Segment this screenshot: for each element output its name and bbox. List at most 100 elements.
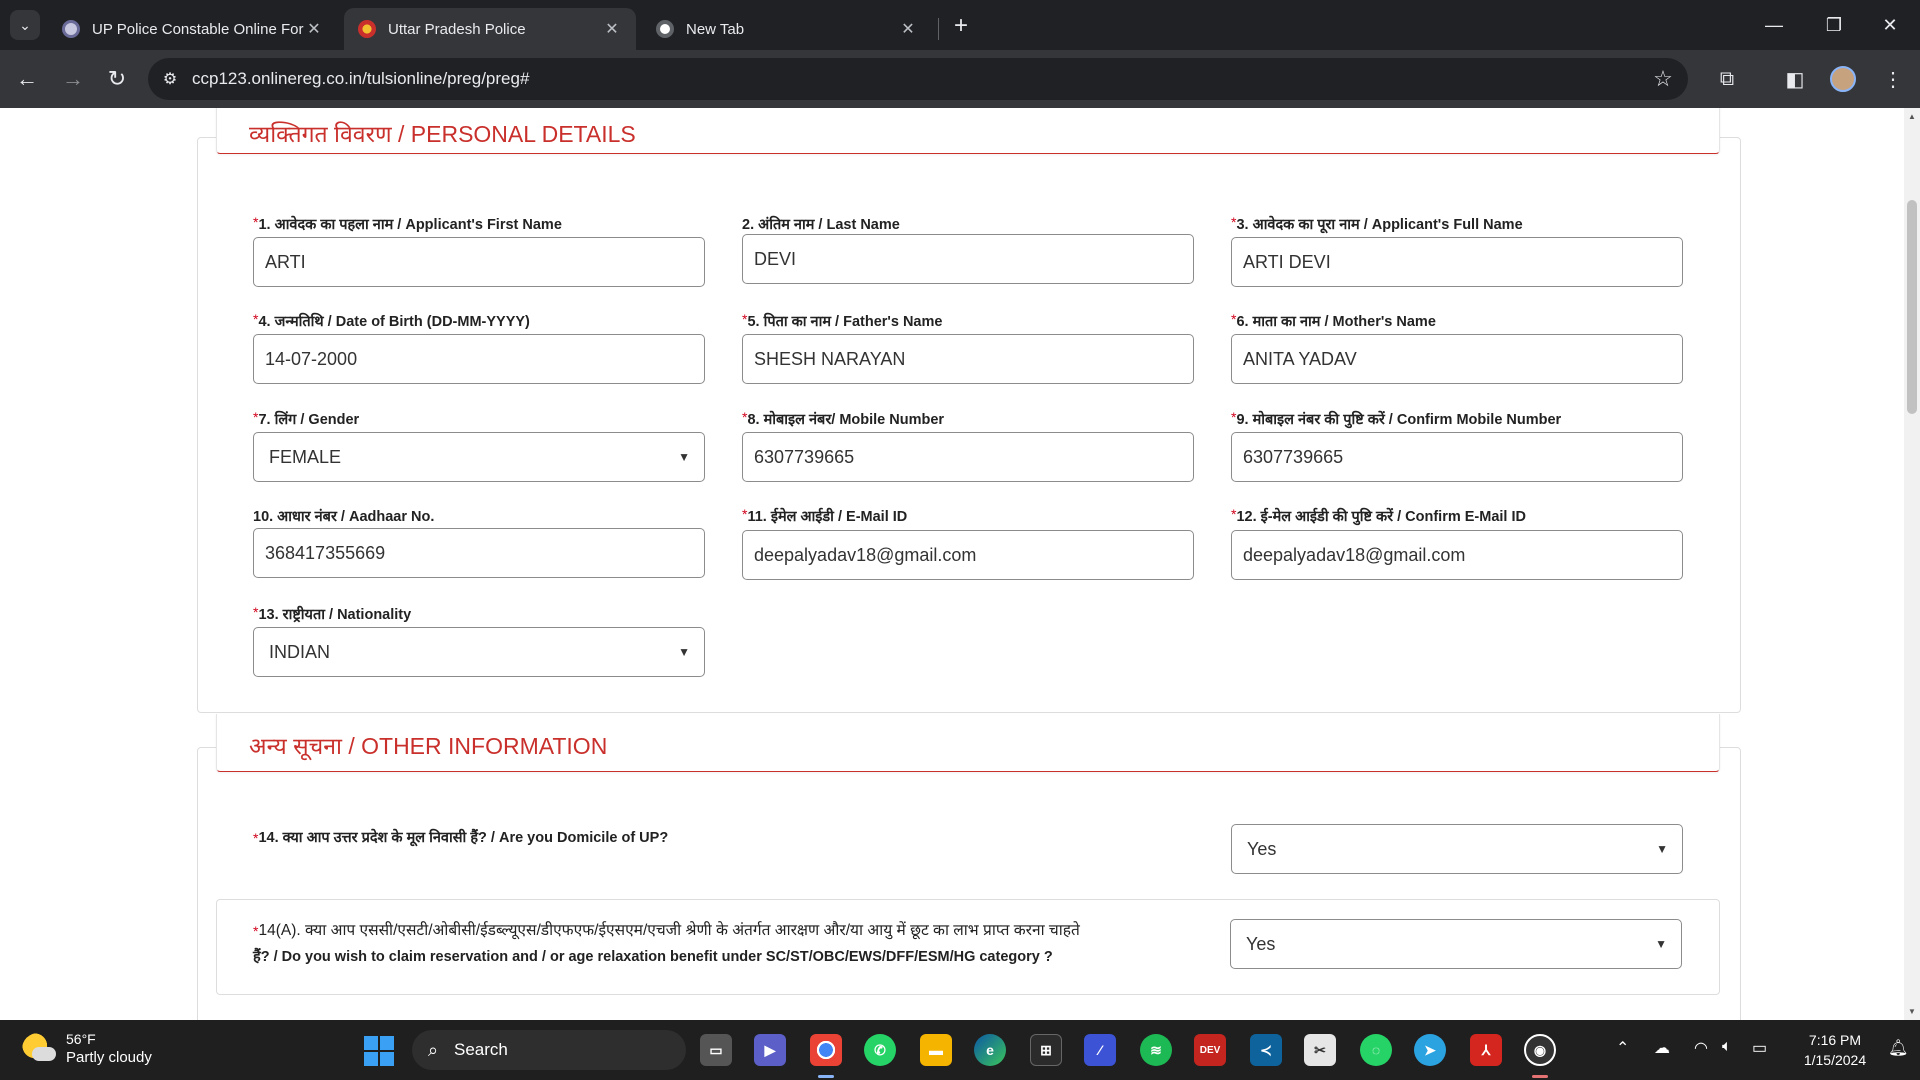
father-name-label: *5. पिता का नाम / Father's Name (742, 311, 1194, 331)
nationality-select[interactable]: INDIAN ▼ (253, 627, 705, 677)
minimize-icon[interactable]: — (1746, 0, 1802, 50)
email-group: *11. ईमेल आईडी / E-Mail ID (742, 506, 1194, 580)
label-text: 13. राष्ट्रीयता / Nationality (258, 607, 412, 623)
telegram-icon[interactable]: ➤ (1414, 1034, 1446, 1066)
edge-icon[interactable]: e (974, 1034, 1006, 1066)
chrome-icon[interactable] (810, 1034, 842, 1066)
devcpp-icon[interactable]: DEV (1194, 1034, 1226, 1066)
mother-name-input[interactable] (1231, 334, 1683, 384)
reservation-question-label: *14(A). क्या आप एससी/एसटी/ओबीसी/ईडब्ल्यू… (253, 918, 1193, 970)
side-panel-icon[interactable]: ◧ (1780, 64, 1810, 94)
close-window-icon[interactable]: ✕ (1862, 0, 1918, 50)
taskbar-search[interactable]: ⌕ Search (412, 1030, 686, 1070)
chrome-favicon-icon (656, 20, 674, 38)
more-menu-icon[interactable]: ⋮ (1878, 64, 1908, 94)
tab-new-tab[interactable]: New Tab ✕ (642, 8, 932, 50)
back-arrow-icon[interactable]: ← (10, 62, 44, 96)
mother-name-group: *6. माता का नाम / Mother's Name (1231, 311, 1683, 384)
gender-select[interactable]: FEMALE ▼ (253, 432, 705, 482)
partly-cloudy-icon (22, 1033, 56, 1065)
spotify-icon[interactable]: ≋ (1140, 1034, 1172, 1066)
active-app-indicator (818, 1075, 834, 1078)
network-alert-icon[interactable]: ☁ (1654, 1038, 1670, 1058)
tab-search-dropdown-icon[interactable]: ⌄ (10, 10, 40, 40)
notification-bell-icon[interactable]: 🔔︎ (1888, 1038, 1908, 1058)
bookmark-star-icon[interactable]: ☆ (1638, 66, 1688, 92)
battery-icon[interactable]: ▭ (1752, 1038, 1767, 1058)
section-heading: व्यक्तिगत विवरण / PERSONAL DETAILS (249, 121, 636, 147)
url-text[interactable]: ccp123.onlinereg.co.in/tulsionline/preg/… (192, 69, 1638, 89)
extensions-puzzle-icon[interactable]: ⧉ (1712, 64, 1742, 94)
email-input[interactable] (742, 530, 1194, 580)
first-name-input[interactable] (253, 237, 705, 287)
mobile-input[interactable] (742, 432, 1194, 482)
weather-temp: 56°F (66, 1031, 96, 1047)
father-name-input[interactable] (742, 334, 1194, 384)
site-info-icon[interactable]: ⚙ (148, 69, 192, 89)
scrollbar-thumb[interactable] (1907, 200, 1917, 414)
gender-label: *7. लिंग / Gender (253, 409, 705, 429)
microsoft-store-icon[interactable]: ⊞ (1030, 1034, 1062, 1066)
obs-recorder-icon[interactable]: ◉ (1524, 1034, 1556, 1066)
mother-name-label: *6. माता का नाम / Mother's Name (1231, 311, 1683, 331)
scroll-up-arrow-icon[interactable]: ▲ (1904, 112, 1920, 121)
gender-group: *7. लिंग / Gender FEMALE ▼ (253, 409, 705, 482)
full-name-input[interactable] (1231, 237, 1683, 287)
first-name-group: *1. आवेदक का पहला नाम / Applicant's Firs… (253, 214, 705, 287)
site-favicon-icon (62, 20, 80, 38)
dob-label: *4. जन्मतिथि / Date of Birth (DD-MM-YYYY… (253, 311, 705, 331)
scroll-down-arrow-icon[interactable]: ▼ (1904, 1007, 1920, 1016)
label-text: 4. जन्मतिथि / Date of Birth (DD-MM-YYYY) (258, 314, 530, 330)
close-tab-icon[interactable]: ✕ (602, 19, 622, 39)
label-text: 7. लिंग / Gender (258, 412, 360, 428)
tab-strip: ⌄ UP Police Constable Online For ✕ Uttar… (0, 0, 1920, 50)
aadhaar-input[interactable] (253, 528, 705, 578)
teams-chat-icon[interactable]: ▶ (754, 1034, 786, 1066)
label-text-line1: 14(A). क्या आप एससी/एसटी/ओबीसी/ईडब्ल्यूए… (258, 922, 1080, 939)
forward-arrow-icon[interactable]: → (56, 62, 90, 96)
restore-icon[interactable]: ❐ (1806, 0, 1862, 50)
new-tab-plus-icon[interactable]: + (945, 10, 977, 42)
dob-input[interactable] (253, 334, 705, 384)
mobile-group: *8. मोबाइल नंबर/ Mobile Number (742, 409, 1194, 482)
windows-start-icon[interactable] (364, 1036, 394, 1066)
acrobat-icon[interactable]: ⅄ (1470, 1034, 1502, 1066)
tab-title: Uttar Pradesh Police (388, 20, 526, 38)
last-name-input[interactable] (742, 234, 1194, 284)
tray-overflow-chevron-icon[interactable]: ⌃ (1616, 1038, 1629, 1058)
confirm-mobile-group: *9. मोबाइल नंबर की पुष्टि करें / Confirm… (1231, 409, 1683, 482)
confirm-email-input[interactable] (1231, 530, 1683, 580)
close-tab-icon[interactable]: ✕ (898, 19, 918, 39)
gender-selected-value: FEMALE (269, 446, 342, 467)
vscode-icon[interactable]: ≺ (1250, 1034, 1282, 1066)
taskbar-clock[interactable]: 7:16 PM 1/15/2024 (1790, 1030, 1880, 1070)
sketch-app-icon[interactable]: ⁄ (1084, 1034, 1116, 1066)
wifi-icon[interactable]: ◠ (1694, 1038, 1708, 1058)
confirm-mobile-input[interactable] (1231, 432, 1683, 482)
nationality-group: *13. राष्ट्रीयता / Nationality INDIAN ▼ (253, 604, 705, 677)
reservation-select[interactable]: Yes ▼ (1230, 919, 1682, 969)
chevron-down-icon: ▼ (678, 450, 690, 464)
full-name-label: *3. आवेदक का पूरा नाम / Applicant's Full… (1231, 214, 1683, 234)
recording-indicator (1532, 1075, 1548, 1078)
label-text: 9. मोबाइल नंबर की पुष्टि करें / Confirm … (1236, 412, 1562, 428)
snipping-tool-icon[interactable]: ✂ (1304, 1034, 1336, 1066)
reload-icon[interactable]: ↻ (100, 62, 134, 96)
weather-widget[interactable]: 56°F Partly cloudy (22, 1030, 152, 1068)
clock-time: 7:16 PM (1808, 1032, 1862, 1048)
volume-icon[interactable]: 🔈︎ (1722, 1038, 1732, 1056)
domicile-select[interactable]: Yes ▼ (1231, 824, 1683, 874)
domicile-selected-value: Yes (1247, 838, 1277, 859)
profile-avatar[interactable] (1830, 66, 1856, 92)
whatsapp-web-icon[interactable]: ◌ (1360, 1034, 1392, 1066)
close-tab-icon[interactable]: ✕ (304, 19, 324, 39)
personal-details-header: व्यक्तिगत विवरण / PERSONAL DETAILS (216, 108, 1720, 154)
page-scrollbar[interactable]: ▲ ▼ (1904, 108, 1920, 1020)
whatsapp-icon[interactable]: ✆ (864, 1034, 896, 1066)
tab-uttar-pradesh-police[interactable]: Uttar Pradesh Police ✕ (344, 8, 636, 50)
tab-up-police-constable[interactable]: UP Police Constable Online For ✕ (48, 8, 338, 50)
address-bar[interactable]: ⚙ ccp123.onlinereg.co.in/tulsionline/pre… (148, 58, 1688, 100)
file-explorer-icon[interactable]: ▬ (920, 1034, 952, 1066)
confirm-email-group: *12. ई-मेल आईडी की पुष्टि करें / Confirm… (1231, 506, 1683, 580)
task-view-icon[interactable]: ▭ (700, 1034, 732, 1066)
